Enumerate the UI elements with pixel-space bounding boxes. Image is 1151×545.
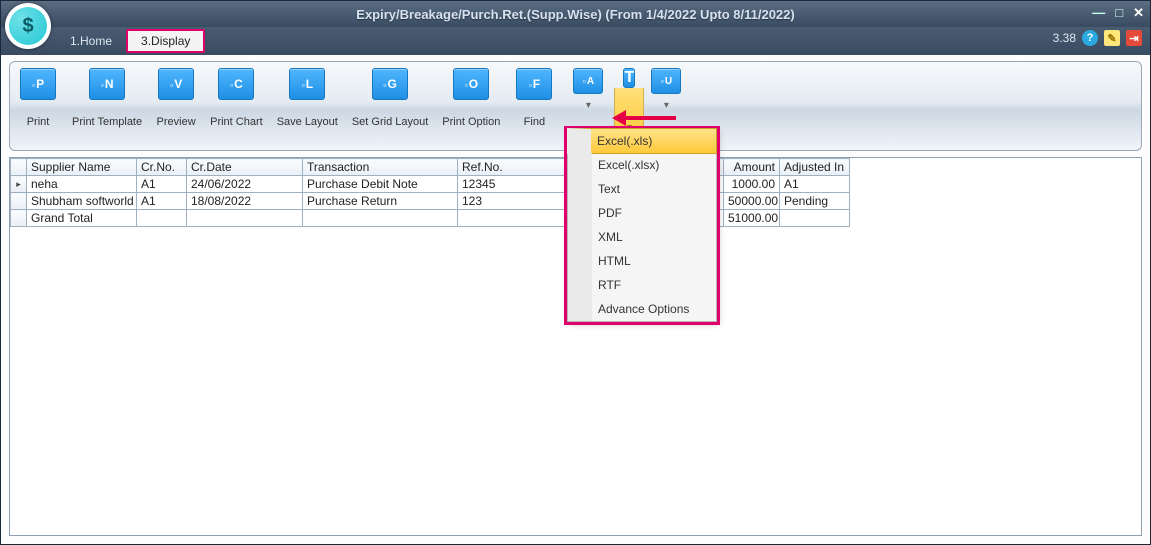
export-advance[interactable]: Advance Options — [568, 297, 716, 321]
export-html[interactable]: HTML — [568, 249, 716, 273]
data-grid[interactable]: Supplier Name Cr.No. Cr.Date Transaction… — [10, 158, 850, 227]
window-title: Expiry/Breakage/Purch.Ret.(Supp.Wise) (F… — [356, 7, 794, 22]
menu-display[interactable]: 3.Display — [126, 29, 205, 53]
export-menu: Excel(.xls) Excel(.xlsx) Text PDF XML HT… — [567, 129, 717, 322]
col-amount[interactable]: Amount — [724, 159, 780, 176]
menu-home[interactable]: 1.Home — [56, 30, 126, 52]
table-row[interactable]: Shubham softworld A1 18/08/2022 Purchase… — [11, 193, 850, 210]
preview-button[interactable]: V Preview — [156, 68, 196, 128]
notes-icon[interactable]: ✎ — [1104, 30, 1120, 46]
help-icon[interactable]: ? — [1082, 30, 1098, 46]
export-rtf[interactable]: RTF — [568, 273, 716, 297]
find-button[interactable]: F Find — [514, 68, 554, 128]
print-chart-button[interactable]: C Print Chart — [210, 68, 263, 128]
export-xls[interactable]: Excel(.xls) — [567, 128, 717, 154]
col-refno[interactable]: Ref.No. — [458, 159, 574, 176]
col-transaction[interactable]: Transaction — [303, 159, 458, 176]
close-button[interactable]: ✕ — [1133, 5, 1144, 21]
menu-bar: 1.Home 3.Display 3.38 ? ✎ ⇥ — [1, 27, 1150, 55]
minimize-button[interactable]: — — [1092, 5, 1105, 21]
col-crno[interactable]: Cr.No. — [137, 159, 187, 176]
total-row: Grand Total 51000.00 — [11, 210, 850, 227]
save-layout-button[interactable]: L Save Layout — [277, 68, 338, 128]
table-row[interactable]: neha A1 24/06/2022 Purchase Debit Note 1… — [11, 176, 850, 193]
app-logo: $ — [5, 3, 51, 49]
title-bar: $ Expiry/Breakage/Purch.Ret.(Supp.Wise) … — [1, 1, 1150, 27]
dropdown-caret[interactable]: ▾ — [573, 100, 603, 111]
annotation-arrow — [612, 110, 676, 126]
export-pdf[interactable]: PDF — [568, 201, 716, 225]
print-option-button[interactable]: O Print Option — [442, 68, 500, 128]
col-crdate[interactable]: Cr.Date — [187, 159, 303, 176]
export-xlsx[interactable]: Excel(.xlsx) — [568, 153, 716, 177]
version-label: 3.38 — [1053, 31, 1076, 45]
export-xml[interactable]: XML — [568, 225, 716, 249]
col-adjusted[interactable]: Adjusted In — [780, 159, 850, 176]
print-button[interactable]: P Print — [18, 68, 58, 128]
print-template-button[interactable]: N Print Template — [72, 68, 142, 128]
col-supplier[interactable]: Supplier Name — [27, 159, 137, 176]
export-text[interactable]: Text — [568, 177, 716, 201]
set-grid-layout-button[interactable]: G Set Grid Layout — [352, 68, 428, 128]
header-row: Supplier Name Cr.No. Cr.Date Transaction… — [11, 159, 850, 176]
exit-icon[interactable]: ⇥ — [1126, 30, 1142, 46]
export-u-button[interactable]: U ▾ — [646, 68, 686, 111]
export-a-button[interactable]: A ▾ — [568, 68, 608, 111]
maximize-button[interactable]: □ — [1115, 5, 1123, 21]
